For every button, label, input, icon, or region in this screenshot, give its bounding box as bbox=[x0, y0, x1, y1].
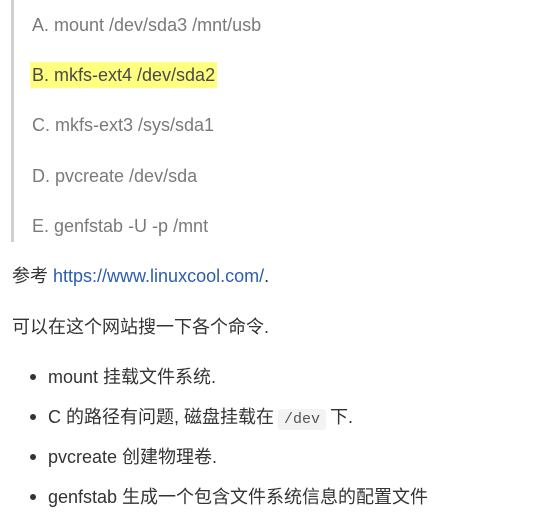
note-genfstab: genfstab 生成一个包含文件系统信息的配置文件 bbox=[48, 487, 429, 507]
bullet-icon bbox=[30, 414, 36, 420]
inline-code-dev: /dev bbox=[278, 409, 327, 430]
list-item: genfstab 生成一个包含文件系统信息的配置文件 bbox=[0, 484, 533, 524]
bullet-icon bbox=[30, 494, 36, 500]
list-item: pvcreate 创建物理卷. bbox=[0, 444, 533, 484]
option-e: E. genfstab -U -p /mnt bbox=[32, 216, 209, 236]
notes-list: mount 挂载文件系统. C 的路径有问题, 磁盘挂载在/dev 下. pvcr… bbox=[0, 364, 533, 524]
reference-link[interactable]: https://www.linuxcool.com/ bbox=[53, 266, 264, 286]
list-item: C 的路径有问题, 磁盘挂载在/dev 下. bbox=[0, 404, 533, 444]
option-b-highlighted: B. mkfs-ext4 /dev/sda2 bbox=[30, 62, 218, 88]
option-c: C. mkfs-ext3 /sys/sda1 bbox=[32, 115, 215, 135]
bullet-icon bbox=[30, 454, 36, 460]
bullet-icon bbox=[30, 374, 36, 380]
option-a: A. mount /dev/sda3 /mnt/usb bbox=[32, 15, 262, 35]
option-d: D. pvcreate /dev/sda bbox=[32, 166, 198, 186]
reference-suffix: . bbox=[264, 266, 270, 286]
note-c-path-before: C 的路径有问题, 磁盘挂载在 bbox=[48, 407, 275, 427]
note-c-path-after: 下. bbox=[330, 407, 354, 427]
reference-paragraph: 参考 https://www.linuxcool.com/. bbox=[12, 263, 269, 289]
hint-paragraph: 可以在这个网站搜一下各个命令. bbox=[12, 317, 269, 337]
reference-prefix: 参考 bbox=[12, 266, 54, 286]
note-pvcreate: pvcreate 创建物理卷. bbox=[48, 447, 218, 467]
list-item: mount 挂载文件系统. bbox=[0, 364, 533, 404]
options-blockquote: A. mount /dev/sda3 /mnt/usb B. mkfs-ext4… bbox=[11, 0, 526, 242]
note-mount: mount 挂载文件系统. bbox=[48, 367, 217, 387]
